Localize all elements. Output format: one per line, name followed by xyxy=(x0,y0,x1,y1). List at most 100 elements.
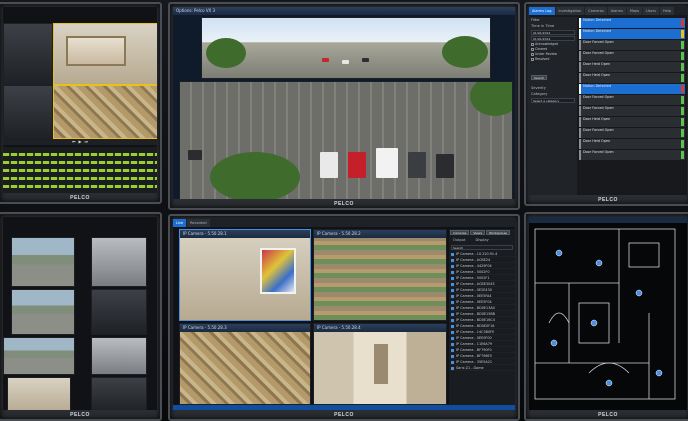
video-tile[interactable] xyxy=(91,337,147,375)
timeline-area[interactable] xyxy=(3,147,157,193)
tab-help[interactable]: Help xyxy=(659,7,674,15)
tab-alarms[interactable]: Alarms xyxy=(607,7,626,15)
tab-live[interactable]: Live xyxy=(173,219,187,227)
car xyxy=(376,148,398,178)
camera-list-item[interactable]: Sarix Z1 - Dome xyxy=(449,365,515,371)
category-select[interactable]: Select a category xyxy=(531,98,575,103)
video-tile[interactable] xyxy=(91,237,147,287)
alarm-item[interactable]: Door Forced Open xyxy=(579,95,685,105)
video-tile[interactable] xyxy=(11,237,75,287)
camera-list-label: IP Camera - 0E2E430 xyxy=(456,288,492,292)
date-from-field[interactable]: 01/01/2014 xyxy=(531,30,575,35)
checkbox-icon[interactable] xyxy=(531,58,534,61)
output-label: Output xyxy=(453,238,466,242)
camera-list-label: IP Camera - BF790F0 xyxy=(456,348,492,352)
panorama-view[interactable] xyxy=(201,17,491,79)
camera-list-label: IP Camera - 11E6A79 xyxy=(456,342,493,346)
alarm-item[interactable]: Door Forced Open xyxy=(579,51,685,61)
camera-list-label: IP Camera - BD0E0F16 xyxy=(456,324,495,328)
camera-view-warehouse[interactable]: IP Camera - 5.50.28.2 xyxy=(313,229,447,321)
checkbox-icon[interactable] xyxy=(531,53,534,56)
tab-alarms-log[interactable]: Alarms Log xyxy=(529,7,555,15)
playback-controls[interactable]: ⏮ ▶ ⏭ xyxy=(3,139,157,145)
tab-investigation[interactable]: Investigation xyxy=(555,7,585,15)
panel-tab-cameras[interactable]: Cameras xyxy=(450,230,470,235)
floor-plan-map[interactable] xyxy=(529,223,687,410)
alarm-item[interactable]: Door Forced Open xyxy=(579,40,685,50)
alarm-title: Door Held Open xyxy=(583,117,611,121)
timeline-track[interactable] xyxy=(3,153,157,156)
display-label: Display xyxy=(475,238,489,242)
video-tile[interactable] xyxy=(3,23,53,85)
video-tile-selected[interactable] xyxy=(53,85,157,139)
camera-list-label: IP Camera - BD0E15BB xyxy=(456,312,496,316)
tab-maps[interactable]: Maps xyxy=(626,7,643,15)
camera-icon xyxy=(451,258,454,262)
camera-marker-icon xyxy=(605,379,613,387)
video-tile[interactable] xyxy=(7,377,71,410)
car xyxy=(348,152,366,178)
door-arc xyxy=(548,312,570,324)
camera-list-label: IP Camera - ACBE3043 xyxy=(456,282,495,286)
car xyxy=(436,154,454,178)
panel-tab-workspaces[interactable]: Workspaces xyxy=(486,230,510,235)
alarm-item[interactable]: Door Forced Open xyxy=(579,128,685,138)
screen-top-center: Options: Pelco VX 3 xyxy=(173,7,515,199)
video-tile[interactable] xyxy=(3,85,53,139)
camera-list[interactable]: IP Camera - 10.220.91.4 IP Camera - ACBE2… xyxy=(449,251,515,371)
alarm-item[interactable]: Motion Detected xyxy=(579,84,685,94)
tab-cameras[interactable]: Cameras xyxy=(585,7,607,15)
alarm-title: Motion Detected xyxy=(583,18,612,22)
alarm-status-indicator xyxy=(681,30,684,38)
main-camera-view[interactable] xyxy=(179,81,513,199)
tab-users[interactable]: Users xyxy=(643,7,659,15)
alarm-item[interactable]: Motion Detected xyxy=(579,29,685,39)
search-button[interactable]: Search xyxy=(531,75,548,80)
screen-bottom-right xyxy=(529,217,687,410)
camera-list-label: IP Camera - BD0E16C4 xyxy=(456,318,495,322)
camera-icon xyxy=(451,294,454,298)
video-tile[interactable] xyxy=(91,289,147,335)
alarm-list[interactable]: Motion Detected Motion Detected Door Force… xyxy=(579,17,685,195)
timeline-track[interactable] xyxy=(3,161,157,164)
alarm-item[interactable]: Door Held Open xyxy=(579,62,685,72)
camera-view-hallway[interactable]: IP Camera - 5.50.28.4 xyxy=(313,323,447,405)
camera-icon xyxy=(451,312,454,316)
timeline-track[interactable] xyxy=(3,177,157,180)
checkbox-icon[interactable] xyxy=(531,43,534,46)
rewind-icon[interactable]: ⏮ xyxy=(72,139,76,145)
camera-list-label: IP Camera - 35E5A21 xyxy=(456,360,493,364)
camera-list-label: IP Camera - ACBE24 xyxy=(456,258,491,262)
date-to-field[interactable]: 01/01/2014 xyxy=(531,36,575,41)
screen-bottom-center: Live Recorded IP Camera - 5.50.28.1 IP C… xyxy=(173,219,515,410)
tab-bar: Alarms Log Investigation Cameras Alarms … xyxy=(529,7,687,15)
video-tile[interactable] xyxy=(91,377,147,410)
alarm-item[interactable]: Door Forced Open xyxy=(579,106,685,116)
video-tile[interactable] xyxy=(11,289,75,335)
timeline-track[interactable] xyxy=(3,169,157,172)
alarm-item[interactable]: Door Held Open xyxy=(579,139,685,149)
video-tile-selected[interactable] xyxy=(53,23,157,85)
monitor-top-left: ⏮ ▶ ⏭ PELCO xyxy=(0,2,162,204)
tab-recorded[interactable]: Recorded xyxy=(187,219,210,227)
camera-view-office[interactable]: IP Camera - 5.50.28.1 xyxy=(179,229,311,321)
alarm-item[interactable]: Motion Detected xyxy=(579,18,685,28)
camera-icon xyxy=(451,318,454,322)
panel-tab-views[interactable]: Views xyxy=(470,230,486,235)
forward-icon[interactable]: ⏭ xyxy=(85,139,89,145)
tree xyxy=(210,152,300,199)
camera-title: IP Camera - 5.50.28.4 xyxy=(314,324,446,332)
camera-search-input[interactable]: Search xyxy=(451,245,513,250)
camera-view-storage[interactable]: IP Camera - 5.50.28.3 xyxy=(179,323,311,405)
alarm-item[interactable]: Door Held Open xyxy=(579,73,685,83)
timeline-track[interactable] xyxy=(3,185,157,188)
alarm-item[interactable]: Door Forced Open xyxy=(579,150,685,160)
play-icon[interactable]: ▶ xyxy=(78,139,81,145)
time-label: Time in Time xyxy=(531,24,555,28)
monitor-top-right: Alarms Log Investigation Cameras Alarms … xyxy=(524,2,688,206)
camera-marker-icon xyxy=(590,319,598,327)
alarm-status-indicator xyxy=(681,19,684,27)
checkbox-icon[interactable] xyxy=(531,48,534,51)
video-tile[interactable] xyxy=(3,337,75,375)
alarm-item[interactable]: Door Held Open xyxy=(579,117,685,127)
